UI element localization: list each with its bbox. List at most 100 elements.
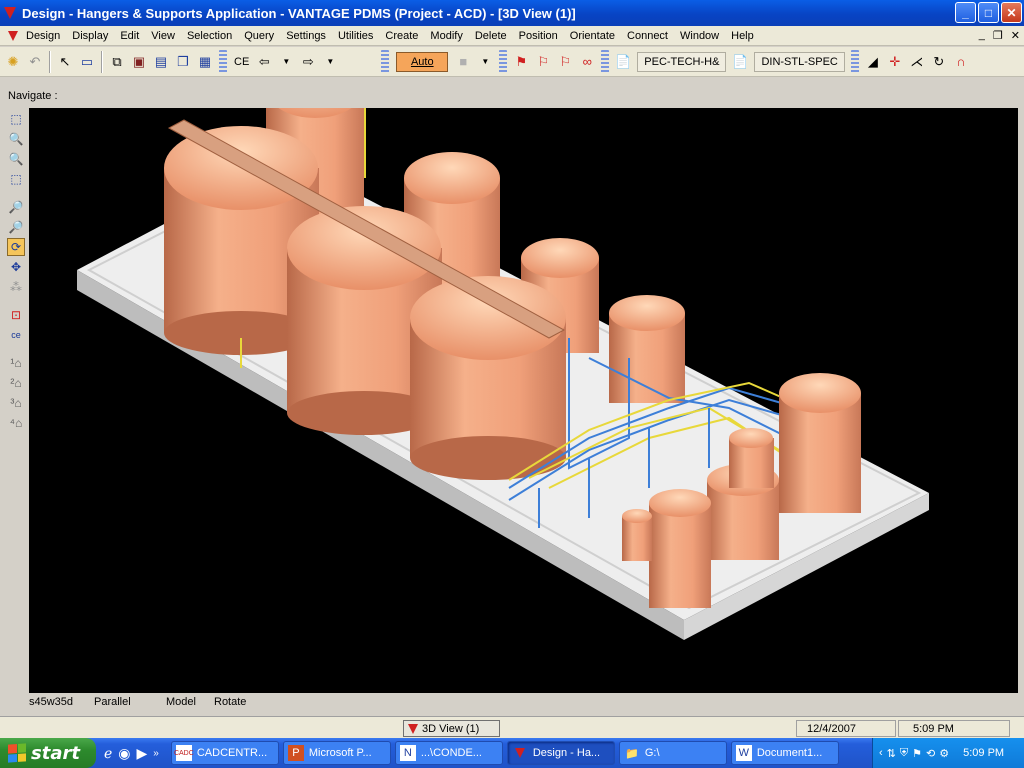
menu-design[interactable]: Design — [20, 30, 66, 42]
beam-icon[interactable]: ◢ — [863, 52, 883, 72]
toolbar-grip[interactable] — [219, 49, 227, 74]
menu-modify[interactable]: Modify — [424, 30, 468, 42]
color-swatch-icon[interactable]: ■ — [453, 52, 473, 72]
system-tray: ‹ ⇅ ⛨ ⚑ ⟲ ⚙ 5:09 PM — [872, 738, 1024, 768]
task-conde[interactable]: N ...\CONDE... — [394, 741, 503, 765]
saved-view-4-icon[interactable]: ⁴⌂ — [7, 414, 25, 432]
chain-icon[interactable]: ∞ — [577, 52, 597, 72]
branch-icon[interactable]: ⋌ — [907, 52, 927, 72]
ce-label[interactable]: CE — [230, 56, 253, 68]
mdi-close-button[interactable]: ✕ — [1011, 29, 1020, 42]
toolbar-grip-2[interactable] — [381, 49, 390, 74]
task-g-drive[interactable]: 📁 G:\ — [618, 741, 727, 765]
menu-edit[interactable]: Edit — [114, 30, 145, 42]
menu-position[interactable]: Position — [513, 30, 564, 42]
ie-icon[interactable]: ℯ — [104, 745, 112, 762]
mdi-minimize-button[interactable]: _ — [979, 29, 985, 42]
window-icon[interactable]: ▤ — [151, 52, 171, 72]
zoom-out-icon[interactable]: 🔎 — [7, 198, 25, 216]
menu-connect[interactable]: Connect — [621, 30, 674, 42]
minimize-button[interactable]: _ — [955, 2, 976, 23]
cross-icon[interactable]: ✛ — [885, 52, 905, 72]
menu-utilities[interactable]: Utilities — [332, 30, 379, 42]
zoom-select-icon[interactable]: 🔍 — [7, 130, 25, 148]
windows-flag-icon[interactable]: ⚑ — [912, 747, 922, 760]
menu-settings[interactable]: Settings — [280, 30, 332, 42]
rotate-view-icon[interactable]: ⟳ — [7, 238, 25, 256]
gear-tray-icon[interactable]: ⚙ — [939, 747, 949, 760]
view-direction: s45w35d — [29, 696, 74, 708]
mdi-restore-button[interactable]: ❐ — [993, 29, 1003, 42]
toolbar-grip-4[interactable] — [601, 49, 610, 74]
menu-window[interactable]: Window — [674, 30, 725, 42]
menu-help[interactable]: Help — [725, 30, 760, 42]
quick-launch-expand-icon[interactable]: » — [153, 748, 159, 759]
tray-expand-icon[interactable]: ‹ — [879, 747, 883, 759]
cadc-icon: CADC — [174, 745, 194, 761]
magnet-icon[interactable]: ∩ — [951, 52, 971, 72]
menu-display[interactable]: Display — [66, 30, 114, 42]
menu-query[interactable]: Query — [238, 30, 280, 42]
window-title: Design - Hangers & Supports Application … — [22, 5, 576, 21]
copy-icon[interactable]: ⧉ — [107, 52, 127, 72]
spec-doc-icon-2[interactable]: 📄 — [730, 52, 750, 72]
saved-view-2-icon[interactable]: ²⌂ — [7, 374, 25, 392]
update-icon[interactable]: ⟲ — [926, 747, 935, 760]
saved-view-1-icon[interactable]: ¹⌂ — [7, 354, 25, 372]
toolbar-grip-5[interactable] — [850, 49, 859, 74]
3d-viewport[interactable] — [29, 108, 1018, 693]
security-icon[interactable]: ⛨ — [900, 747, 908, 760]
3d-view-tab[interactable]: 3D View (1) — [403, 720, 500, 737]
zoom-frame-icon[interactable]: ⬚ — [7, 170, 25, 188]
document-bar: 3D View (1) 12/4/2007 5:09 PM — [0, 716, 1024, 738]
browser-icon[interactable]: ◉ — [118, 745, 130, 762]
saved-view-3-icon[interactable]: ³⌂ — [7, 394, 25, 412]
menu-orientate[interactable]: Orientate — [564, 30, 621, 42]
spec-selector-2[interactable]: DIN-STL-SPEC — [754, 51, 845, 72]
highlight-icon[interactable]: ✺ — [3, 52, 23, 72]
menu-delete[interactable]: Delete — [469, 30, 513, 42]
media-player-icon[interactable]: ▶ — [137, 745, 148, 762]
limits-icon[interactable]: ⊡ — [7, 306, 25, 324]
flag-icon[interactable]: ⚑ — [511, 52, 531, 72]
spec-doc-icon[interactable]: 📄 — [613, 52, 633, 72]
task-design[interactable]: Design - Ha... — [506, 741, 615, 765]
ce-view-icon[interactable]: ce — [7, 326, 25, 344]
rotate-icon[interactable]: ↻ — [929, 52, 949, 72]
walk-icon[interactable]: ⁂ — [7, 278, 25, 296]
save-icon[interactable]: ▣ — [129, 52, 149, 72]
toolbar-grip-3[interactable] — [499, 49, 508, 74]
grid-icon[interactable]: ▦ — [195, 52, 215, 72]
zoom-element-icon[interactable]: 🔍 — [7, 150, 25, 168]
back-arrow-icon[interactable]: ⇦ — [254, 52, 274, 72]
taskbar-clock: 5:09 PM — [963, 747, 1005, 759]
dropdown-icon-3[interactable]: ▼ — [475, 52, 495, 72]
action-mode: Rotate — [214, 696, 247, 708]
doc-icon[interactable] — [8, 30, 18, 41]
task-document1[interactable]: W Document1... — [730, 741, 839, 765]
menu-selection[interactable]: Selection — [181, 30, 238, 42]
zoom-in-icon[interactable]: 🔎 — [7, 218, 25, 236]
pan-icon[interactable]: ✥ — [7, 258, 25, 276]
undo-icon[interactable]: ↶ — [25, 52, 45, 72]
dropdown-icon-2[interactable]: ▼ — [320, 52, 340, 72]
select-icon[interactable]: ▭ — [77, 52, 97, 72]
flag-outline-icon-2[interactable]: ⚐ — [555, 52, 575, 72]
dropdown-icon[interactable]: ▼ — [276, 52, 296, 72]
pointer-icon[interactable]: ↖ — [55, 52, 75, 72]
close-button[interactable]: ✕ — [1001, 2, 1022, 23]
tank-8 — [779, 373, 861, 513]
menu-create[interactable]: Create — [379, 30, 424, 42]
zoom-limits-icon[interactable]: ⬚ — [7, 110, 25, 128]
restore-icon[interactable]: ❐ — [173, 52, 193, 72]
spec-selector-1[interactable]: PEC-TECH-H& — [637, 51, 727, 72]
flag-outline-icon[interactable]: ⚐ — [533, 52, 553, 72]
maximize-button[interactable]: □ — [978, 2, 999, 23]
forward-arrow-icon[interactable]: ⇨ — [298, 52, 318, 72]
task-cadcentre[interactable]: CADC CADCENTR... — [170, 741, 279, 765]
start-button[interactable]: start — [0, 738, 96, 768]
menu-view[interactable]: View — [145, 30, 181, 42]
network-icon[interactable]: ⇅ — [887, 747, 896, 760]
task-powerpoint[interactable]: P Microsoft P... — [282, 741, 391, 765]
auto-button[interactable]: Auto — [396, 51, 449, 72]
